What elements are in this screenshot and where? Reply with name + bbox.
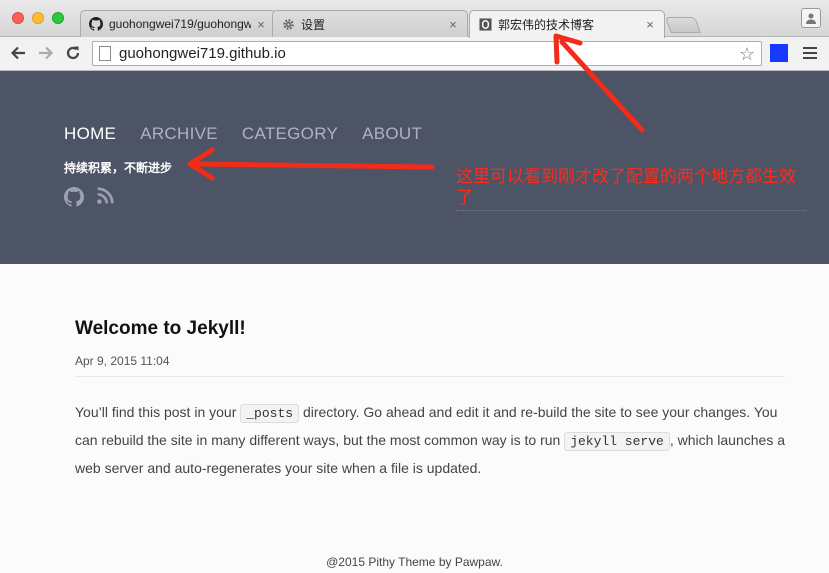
nav-about[interactable]: ABOUT	[362, 124, 422, 144]
tab-github[interactable]: guohongwei719/guohongw ×	[80, 10, 276, 37]
site-tagline: 持续积累，不断进步	[64, 161, 173, 175]
github-icon	[89, 17, 103, 31]
minimize-window-button[interactable]	[32, 12, 44, 24]
post-title[interactable]: Welcome to Jekyll!	[75, 318, 785, 340]
close-window-button[interactable]	[12, 12, 24, 24]
browser-toolbar: guohongwei719.github.io ☆	[0, 37, 829, 71]
inline-code-posts: _posts	[240, 404, 300, 423]
tab-blog[interactable]: 郭宏伟的技术博客 ×	[469, 10, 665, 38]
page-icon	[478, 18, 492, 32]
person-icon	[806, 13, 816, 24]
tab-strip: guohongwei719/guohongw × 设置 × 郭宏伟的技术博客 ×	[0, 0, 829, 38]
arrow-left-icon	[10, 46, 25, 60]
back-button[interactable]	[8, 43, 28, 63]
reload-button[interactable]	[63, 43, 83, 63]
forward-button[interactable]	[36, 43, 56, 63]
arrow-right-icon	[39, 46, 54, 60]
tab-label: 郭宏伟的技术博客	[498, 18, 595, 32]
post-date: Apr 9, 2015 11:04	[75, 354, 785, 377]
rss-icon[interactable]	[96, 187, 114, 207]
annotation-text: 这里可以看到刚才改了配置的两个地方都生效了	[456, 166, 806, 211]
zoom-window-button[interactable]	[52, 12, 64, 24]
site-nav: HOME ARCHIVE CATEGORY ABOUT	[64, 124, 446, 144]
bookmark-star-icon[interactable]: ☆	[739, 44, 755, 65]
nav-archive[interactable]: ARCHIVE	[140, 124, 218, 144]
address-bar[interactable]: guohongwei719.github.io ☆	[92, 41, 762, 66]
close-tab-icon[interactable]: ×	[644, 17, 656, 32]
tab-label: 设置	[301, 17, 326, 32]
reload-icon	[66, 46, 80, 60]
new-tab-button[interactable]	[665, 17, 701, 33]
gear-icon	[281, 17, 295, 31]
site-footer: @2015 Pithy Theme by Pawpaw.	[326, 555, 503, 569]
inline-code-jekyll-serve: jekyll serve	[564, 432, 670, 451]
close-tab-icon[interactable]: ×	[447, 17, 459, 32]
github-icon[interactable]	[64, 187, 84, 207]
browser-window: guohongwei719/guohongw × 设置 × 郭宏伟的技术博客 ×	[0, 0, 829, 573]
menu-icon[interactable]	[803, 47, 817, 62]
extension-icon[interactable]	[770, 44, 788, 62]
close-tab-icon[interactable]: ×	[255, 17, 267, 32]
nav-home[interactable]: HOME	[64, 124, 116, 144]
post-body: You’ll find this post in your _posts dir…	[75, 404, 786, 476]
nav-category[interactable]: CATEGORY	[242, 124, 338, 144]
tab-settings[interactable]: 设置 ×	[272, 10, 468, 37]
url-text: guohongwei719.github.io	[119, 45, 286, 62]
page-icon	[99, 46, 111, 61]
post: Welcome to Jekyll! Apr 9, 2015 11:04 You…	[75, 318, 785, 482]
social-links	[64, 187, 126, 207]
tab-label: guohongwei719/guohongw	[109, 17, 251, 31]
profile-button[interactable]	[801, 8, 821, 28]
